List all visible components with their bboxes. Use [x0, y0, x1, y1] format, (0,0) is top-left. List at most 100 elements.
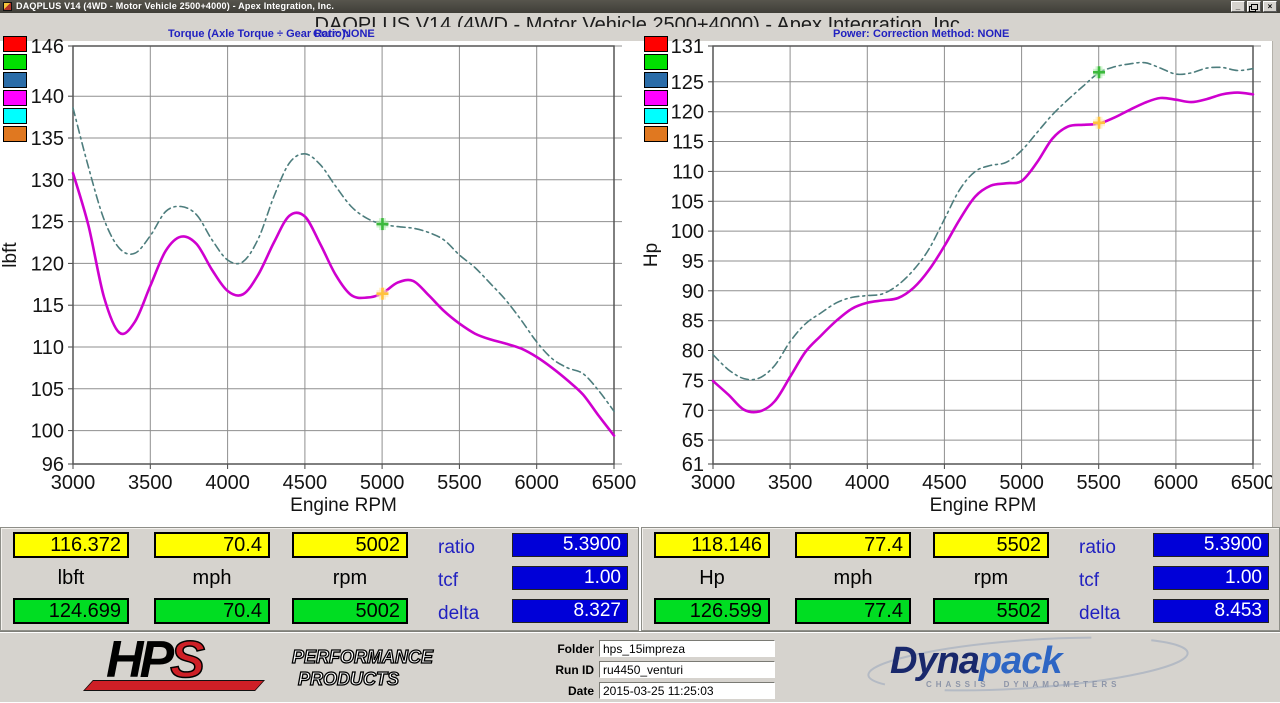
svg-text:4000: 4000	[845, 472, 890, 494]
cursor-power-value: 118.146	[654, 532, 770, 558]
folder-label: Folder	[470, 642, 594, 656]
dynapack-logo-subtext: CHASSIS DYNAMOMETERS	[926, 680, 1120, 689]
delta-label: delta	[1079, 603, 1120, 625]
run-info-fields: Folder Run ID Date	[470, 640, 775, 703]
svg-text:5000: 5000	[999, 472, 1044, 494]
date-input[interactable]	[599, 682, 775, 699]
svg-text:100: 100	[671, 221, 704, 243]
cursor-rpm-value: 5002	[292, 532, 408, 558]
ratio-label: ratio	[1079, 537, 1116, 559]
curve-reference-run-power	[713, 62, 1253, 379]
svg-text:140: 140	[31, 86, 64, 108]
restore-button[interactable]	[1247, 1, 1261, 12]
svg-text:130: 130	[31, 170, 64, 192]
reference-speed-value: 77.4	[795, 598, 911, 624]
cursor-marker[interactable]	[1093, 117, 1105, 129]
legend-swatch[interactable]	[3, 108, 27, 124]
cursor-speed-value: 70.4	[154, 532, 270, 558]
legend-swatch[interactable]	[3, 126, 27, 142]
cursor-speed-value: 77.4	[795, 532, 911, 558]
legend-swatch[interactable]	[644, 54, 668, 70]
tcf-value: 1.00	[512, 566, 628, 590]
svg-text:115: 115	[672, 132, 704, 154]
folder-input[interactable]	[599, 640, 775, 657]
svg-text:105: 105	[31, 379, 64, 401]
hps-logo-text: HPS	[106, 632, 201, 688]
svg-text:6500: 6500	[1231, 472, 1276, 494]
legend-swatch[interactable]	[644, 36, 668, 52]
svg-text:70: 70	[682, 400, 704, 422]
svg-text:90: 90	[682, 281, 704, 303]
legend-swatch[interactable]	[3, 72, 27, 88]
legend-swatch[interactable]	[3, 54, 27, 70]
ratio-value: 5.3900	[512, 533, 628, 557]
power-chart-legend	[644, 36, 668, 142]
dynapack-logo-text: Dynapack	[890, 640, 1062, 682]
svg-text:131: 131	[671, 36, 704, 58]
dynapack-chassis: CHASSIS	[926, 680, 990, 689]
legend-swatch[interactable]	[3, 90, 27, 106]
curve-current-run-torque	[73, 173, 614, 436]
svg-text:5500: 5500	[1076, 472, 1121, 494]
date-label: Date	[470, 684, 594, 698]
footer: HPS PERFORMANCE PRODUCTS Folder Run ID D…	[0, 631, 1280, 702]
legend-swatch[interactable]	[3, 36, 27, 52]
svg-text:6000: 6000	[1154, 472, 1199, 494]
window-right-edge	[1272, 41, 1280, 527]
svg-text:4500: 4500	[922, 472, 967, 494]
svg-text:3500: 3500	[768, 472, 813, 494]
run-id-label: Run ID	[470, 663, 594, 677]
speed-unit-label: mph	[795, 567, 911, 590]
run-id-input[interactable]	[599, 661, 775, 678]
dynapack-dynamometers: DYNAMOMETERS	[1004, 680, 1121, 689]
svg-text:lbft: lbft	[0, 242, 21, 268]
delta-label: delta	[438, 603, 479, 625]
legend-swatch[interactable]	[644, 126, 668, 142]
power-unit-label: Hp	[654, 567, 770, 590]
minimize-button[interactable]: _	[1231, 1, 1245, 12]
svg-text:120: 120	[31, 253, 64, 275]
power-plot[interactable]: 1311251201151101051009590858075706561300…	[641, 33, 1280, 527]
legend-swatch[interactable]	[644, 90, 668, 106]
cursor-torque-value: 116.372	[13, 532, 129, 558]
tcf-value: 1.00	[1153, 566, 1269, 590]
torque-unit-label: lbft	[13, 567, 129, 590]
reference-torque-value: 124.699	[13, 598, 129, 624]
power-chart: 1311251201151101051009590858075706561300…	[641, 33, 1280, 527]
hps-hp: HP	[106, 631, 170, 689]
reference-rpm-value: 5002	[292, 598, 408, 624]
svg-text:5000: 5000	[360, 472, 405, 494]
hps-logo-subtext: PERFORMANCE PRODUCTS	[292, 646, 433, 690]
legend-swatch[interactable]	[644, 72, 668, 88]
svg-text:105: 105	[671, 191, 704, 213]
torque-plot[interactable]: 1461401351301251201151101051009630003500…	[0, 33, 637, 527]
hps-products: PRODUCTS	[298, 668, 433, 690]
restore-icon	[1251, 4, 1258, 10]
svg-text:3000: 3000	[691, 472, 736, 494]
hps-performance: PERFORMANCE	[292, 646, 433, 668]
dynapack-logo: Dynapack CHASSIS DYNAMOMETERS	[860, 636, 1196, 698]
svg-text:6000: 6000	[514, 472, 559, 494]
window-title: DAQPLUS V14 (4WD - Motor Vehicle 2500+40…	[16, 2, 334, 11]
reference-speed-value: 70.4	[154, 598, 270, 624]
tcf-label: tcf	[1079, 570, 1099, 592]
hps-s: S	[170, 631, 201, 689]
curve-current-run-power	[713, 93, 1253, 413]
window-titlebar: DAQPLUS V14 (4WD - Motor Vehicle 2500+40…	[0, 0, 1280, 13]
dynapack-dyna: Dyna	[890, 640, 979, 682]
svg-text:4000: 4000	[205, 472, 250, 494]
close-button[interactable]: ×	[1263, 1, 1277, 12]
svg-text:3000: 3000	[51, 472, 96, 494]
svg-text:110: 110	[32, 337, 64, 359]
svg-text:3500: 3500	[128, 472, 173, 494]
svg-text:120: 120	[671, 102, 704, 124]
rpm-unit-label: rpm	[933, 567, 1049, 590]
torque-chart-legend	[3, 36, 27, 142]
reference-rpm-value: 5502	[933, 598, 1049, 624]
cursor-rpm-value: 5502	[933, 532, 1049, 558]
hps-logo: HPS PERFORMANCE PRODUCTS	[70, 638, 450, 696]
legend-swatch[interactable]	[644, 108, 668, 124]
cursor-marker[interactable]	[376, 218, 388, 230]
svg-text:Engine RPM: Engine RPM	[290, 495, 397, 516]
dynapack-pack: pack	[979, 640, 1062, 682]
